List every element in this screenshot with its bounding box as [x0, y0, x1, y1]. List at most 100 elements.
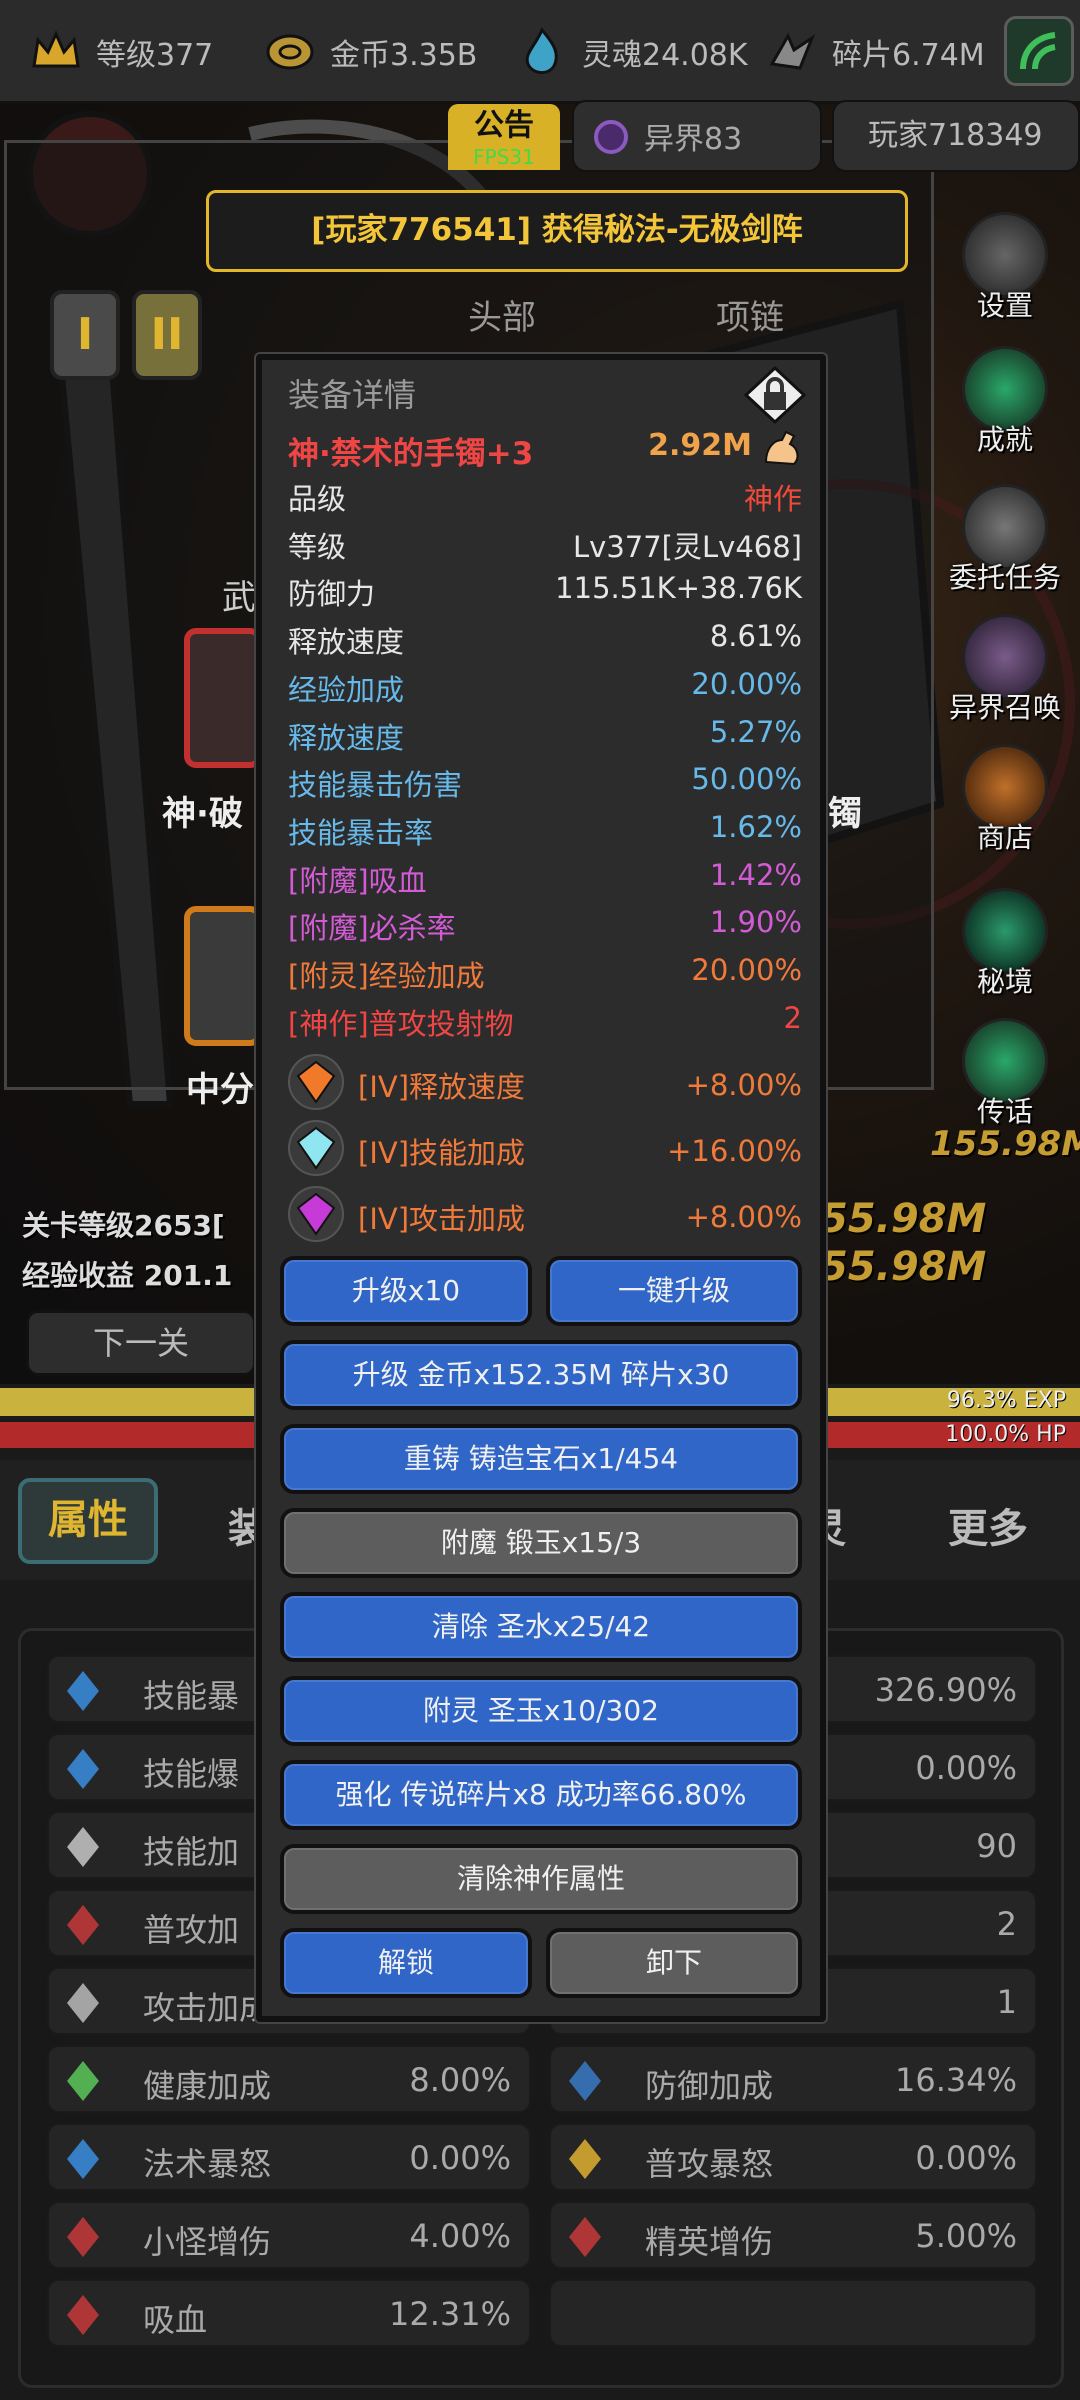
stat-label: 技能暴击率	[288, 815, 434, 850]
attribute-name: 攻击加成	[143, 1989, 272, 2027]
announcement-tab[interactable]: 公告 FPS31	[448, 104, 560, 170]
clear-divine-button[interactable]: 清除神作属性	[280, 1844, 802, 1914]
unequip-button[interactable]: 卸下	[546, 1928, 802, 1998]
gem-label: [IV]攻击加成	[358, 1202, 526, 1236]
attribute-value: 1	[996, 1983, 1017, 2021]
stat-label: 品级	[288, 482, 347, 516]
spirit-attach-button[interactable]: 附灵 圣玉x10/302	[280, 1676, 802, 1746]
orange-gem-icon[interactable]	[288, 1054, 344, 1110]
rune-icon	[59, 2135, 107, 2183]
stat-row: 等级 Lv377[灵Lv468]	[288, 524, 808, 570]
stat-label: 经验加成	[288, 672, 405, 707]
upgrade-button[interactable]: 升级 金币x152.35M 碎片x30	[280, 1340, 802, 1410]
soul-resource: 灵魂24.08K	[514, 20, 748, 84]
upgrade-all-button[interactable]: 一键升级	[546, 1256, 802, 1326]
upgrade-x10-button[interactable]: 升级x10	[280, 1256, 532, 1326]
enchant-button[interactable]: 附魔 锻玉x15/3	[280, 1508, 802, 1578]
cross-icon	[59, 2057, 107, 2105]
side-menu-dungeon[interactable]: 秘境	[930, 888, 1080, 1000]
stat-value: 1.90%	[709, 905, 802, 940]
stat-value: Lv377[灵Lv468]	[573, 529, 802, 564]
tab-set-1[interactable]: I	[50, 290, 120, 380]
stat-value: 50.00%	[691, 762, 802, 797]
blue-flame-icon	[59, 1745, 107, 1793]
stat-value: 5.27%	[709, 714, 802, 749]
purple-gem-icon[interactable]	[288, 1186, 344, 1242]
gem-value: +8.00%	[685, 1068, 802, 1102]
side-menu-shop[interactable]: 商店	[930, 744, 1080, 856]
network-button[interactable]	[1004, 16, 1074, 86]
stat-label: 等级	[288, 529, 347, 564]
stat-value: 2	[783, 1000, 802, 1035]
bat-icon	[59, 2291, 107, 2339]
attribute-cell: 防御加成 16.34%	[549, 2045, 1037, 2113]
side-menu-summon[interactable]: 异界召唤	[930, 614, 1080, 726]
gem-label: [IV]释放速度	[358, 1070, 526, 1104]
stat-row: 释放速度 5.27%	[288, 715, 808, 761]
side-menu-message[interactable]: 传话	[930, 1018, 1080, 1130]
unlock-button[interactable]: 解锁	[280, 1928, 532, 1998]
side-menu-achievements[interactable]: 成就	[930, 346, 1080, 458]
attribute-value: 2	[996, 1905, 1017, 1943]
stat-label: [神作]普攻投射物	[288, 1006, 514, 1041]
stat-row: 品级 神作	[288, 476, 808, 522]
side-menu-tasks[interactable]: 委托任务	[930, 484, 1080, 596]
gem-row: [IV]释放速度 +8.00%	[288, 1054, 808, 1114]
stat-value: 20.00%	[691, 953, 802, 987]
shard-resource: 碎片6.74M	[764, 20, 985, 84]
strength-arm-icon	[764, 430, 799, 466]
exp-income: 经验收益 201.1	[22, 1259, 233, 1292]
hp-text: 100.0% HP	[945, 1422, 1066, 1447]
next-stage-button[interactable]: 下一关	[26, 1310, 256, 1376]
attribute-value: 8.00%	[409, 2061, 511, 2099]
side-menu-settings[interactable]: 设置	[930, 212, 1080, 324]
player-tab[interactable]: 玩家718349	[832, 100, 1080, 172]
weapon-slot[interactable]	[184, 628, 262, 768]
weapon-name: 神·破	[162, 794, 243, 834]
world-label: 异界83	[644, 122, 743, 157]
attribute-name: 防御加成	[645, 2067, 774, 2105]
stat-row: 经验加成 20.00%	[288, 667, 808, 713]
stat-label: 释放速度	[288, 720, 405, 755]
announcement-banner: [玩家776541] 获得秘法-无极剑阵	[206, 190, 908, 272]
stat-value: 115.51K+38.76K	[555, 571, 802, 606]
strengthen-button[interactable]: 强化 传说碎片x8 成功率66.80%	[280, 1760, 802, 1830]
slot-necklace-label[interactable]: 项链	[716, 290, 784, 339]
lock-icon[interactable]	[742, 364, 808, 426]
attribute-cell: 法术暴怒 0.00%	[47, 2123, 531, 2191]
attribute-value: 0.00%	[915, 2139, 1017, 2177]
diamond-gem-icon[interactable]	[288, 1120, 344, 1176]
stat-value: 1.42%	[709, 857, 802, 892]
fps-counter: FPS31	[473, 145, 535, 169]
attribute-value: 90	[976, 1827, 1017, 1865]
armor-slot[interactable]	[184, 906, 262, 1046]
stat-value: 8.61%	[709, 619, 802, 654]
stat-row: 技能暴击伤害 50.00%	[288, 762, 808, 808]
soul-icon	[525, 27, 558, 74]
bracelet-name-fragment: 镯	[828, 794, 862, 834]
clear-button[interactable]: 清除 圣水x25/42	[280, 1592, 802, 1662]
stat-row: [神作]普攻投射物 2	[288, 1001, 808, 1047]
damage-number: 55.98M	[820, 1244, 987, 1290]
world-tab[interactable]: 异界83	[572, 100, 822, 172]
stat-value: 20.00%	[691, 666, 802, 701]
gold-value: 金币3.35B	[330, 38, 478, 73]
item-power: 2.92M	[648, 428, 752, 463]
stat-label: 技能暴击伤害	[288, 768, 463, 803]
stat-row: 释放速度 8.61%	[288, 619, 808, 665]
gem-value: +16.00%	[667, 1134, 802, 1168]
stage-level: 关卡等级2653[	[22, 1209, 225, 1242]
recast-button[interactable]: 重铸 铸造宝石x1/454	[280, 1424, 802, 1494]
exp-text: 96.3% EXP	[946, 1388, 1066, 1413]
tab-attributes[interactable]: 属性	[18, 1478, 158, 1564]
diamond-flame-icon	[561, 2213, 609, 2261]
slot-head-label[interactable]: 头部	[468, 290, 536, 339]
tab-set-2[interactable]: II	[132, 290, 202, 380]
stat-label: 释放速度	[288, 625, 405, 660]
attribute-name: 技能加	[143, 1833, 240, 1871]
coin-icon	[266, 34, 314, 70]
attribute-value: 326.90%	[874, 1671, 1017, 1709]
attribute-value: 5.00%	[915, 2217, 1017, 2255]
tab-more[interactable]: 更多	[948, 1496, 1028, 1554]
item-name: 神·禁术的手镯+3	[288, 436, 534, 472]
